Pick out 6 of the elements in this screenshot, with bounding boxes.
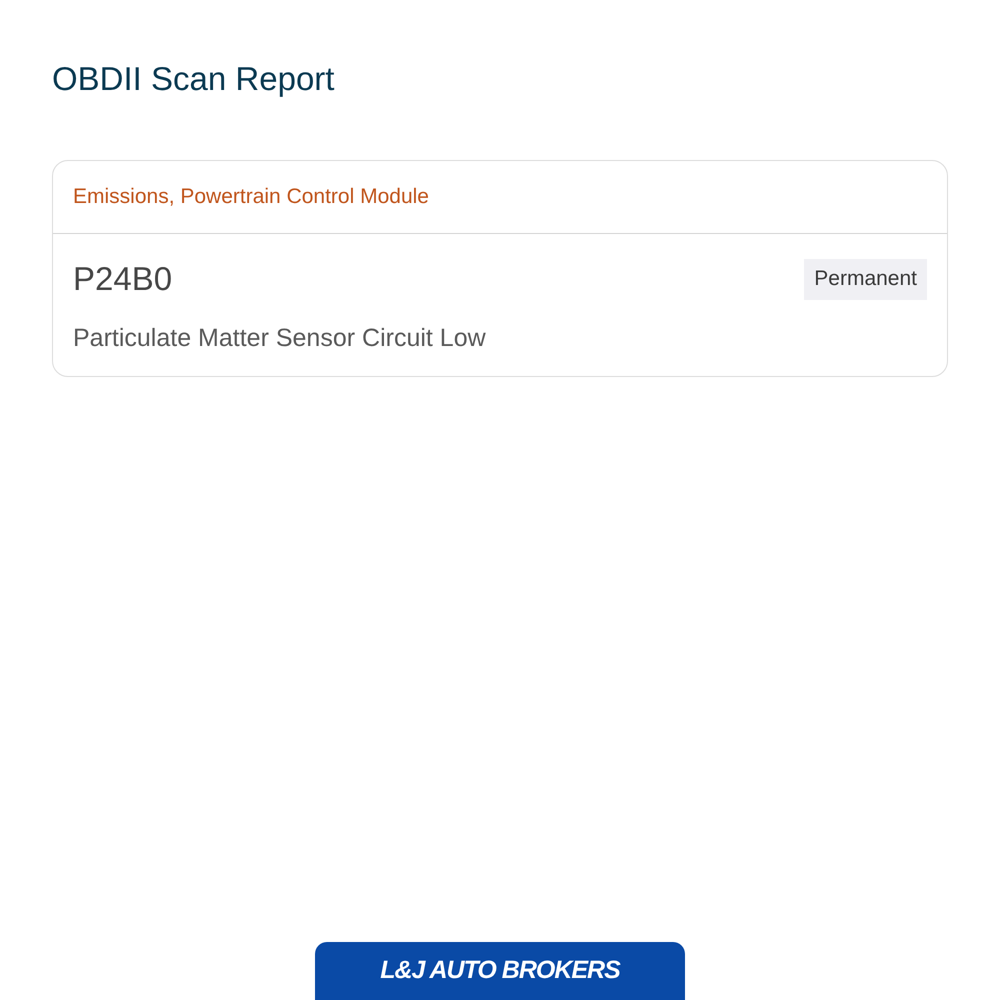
page-title: OBDII Scan Report [52,59,334,99]
status-tag: Permanent [804,258,927,300]
trouble-code: P24B0 [73,259,172,299]
code-description: Particulate Matter Sensor Circuit Low [73,323,486,354]
logo-text: L&J AUTO BROKERS [380,955,620,986]
module-heading: Emissions, Powertrain Control Module [73,184,429,210]
